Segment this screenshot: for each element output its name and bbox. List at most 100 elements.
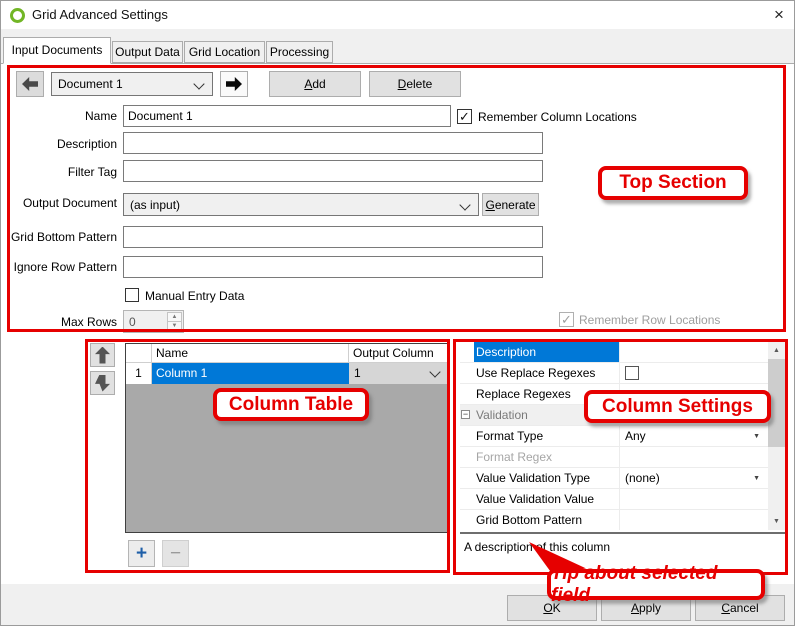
tip-annotation-label: Tip about selected field [547,569,765,600]
dialog-window: Grid Advanced Settings × Input Documents… [0,0,795,626]
arrow-down-icon [95,375,110,392]
row-gutter [460,363,474,383]
move-column-down-button[interactable] [90,371,115,395]
property-value[interactable] [619,342,768,362]
window-title: Grid Advanced Settings [32,7,168,22]
name-input-value: Document 1 [128,109,193,123]
max-rows-label: Max Rows [1,315,117,329]
filter-tag-input[interactable] [123,160,543,182]
arrow-right-icon [226,77,242,91]
top-section-annotation-label: Top Section [598,166,748,200]
output-document-value: (as input) [130,198,180,212]
property-value-text: Any [625,429,646,443]
dropdown-arrow-icon[interactable]: ▼ [753,475,760,482]
table-row[interactable]: 1 Column 1 1 [126,363,448,384]
delete-document-button[interactable]: Delete [369,71,461,97]
column-table-annotation-label: Column Table [213,388,369,421]
column-settings-annotation-label: Column Settings [584,390,771,423]
property-value[interactable] [619,363,768,383]
remember-column-locations-label: Remember Column Locations [478,110,637,124]
close-icon[interactable]: × [765,3,793,27]
row-gutter [460,384,474,404]
prev-document-button[interactable] [16,71,44,97]
property-description-text: A description of this column [460,534,785,554]
title-bar: Grid Advanced Settings × [1,1,795,29]
row-number-header [126,344,152,363]
column-name-cell[interactable]: Column 1 [152,363,349,384]
add-document-button[interactable]: Add [269,71,361,97]
tab-grid-location[interactable]: Grid Location [184,41,265,63]
ignore-row-pattern-label: Ignore Row Pattern [1,260,117,274]
next-document-button[interactable] [220,71,248,97]
property-label: Use Replace Regexes [474,363,619,383]
name-column-header[interactable]: Name [152,344,349,363]
column-table-header-row: Name Output Column [126,344,448,363]
property-value[interactable] [619,489,768,509]
manual-entry-data-checkbox[interactable] [125,288,139,302]
tab-strip: Input Documents Output Data Grid Locatio… [1,29,795,63]
column-settings-grid: Description Use Replace Regexes Replace … [460,342,785,530]
output-column-cell[interactable]: 1 [349,363,448,384]
manual-entry-data-label: Manual Entry Data [145,289,244,303]
chevron-down-icon [193,78,204,89]
arrow-up-icon [95,347,110,364]
row-gutter: − [460,405,474,425]
output-column-value: 1 [354,366,361,380]
generate-button[interactable]: Generate [482,193,539,216]
row-gutter [460,468,474,488]
checkmark-icon: ✓ [561,313,572,326]
use-replace-regexes-checkbox[interactable] [625,366,639,380]
move-column-up-button[interactable] [90,343,115,367]
remember-row-locations-checkbox[interactable]: ✓ [559,312,574,327]
column-table: Name Output Column 1 Column 1 1 [125,343,449,533]
row-number-cell: 1 [126,363,152,384]
property-label: Format Type [474,426,619,446]
grid-bottom-pattern-input[interactable] [123,226,543,248]
property-row-format-type[interactable]: Format Type Any ▼ [460,426,768,447]
scroll-down-icon[interactable]: ▼ [768,513,785,530]
name-input[interactable]: Document 1 [123,105,451,127]
collapse-icon[interactable]: − [461,410,470,419]
output-document-label: Output Document [1,196,117,210]
property-value[interactable]: Any ▼ [619,426,768,446]
add-column-button[interactable]: + [128,540,155,567]
property-label: Grid Bottom Pattern [474,510,619,530]
remember-column-locations-checkbox[interactable]: ✓ [457,109,472,124]
property-row-value-validation-value[interactable]: Value Validation Value [460,489,768,510]
row-gutter [460,342,474,362]
row-gutter [460,510,474,530]
output-document-select[interactable]: (as input) [123,193,479,216]
app-logo-icon [10,8,25,23]
grid-bottom-pattern-label: Grid Bottom Pattern [1,230,117,244]
spinner-down-icon[interactable]: ▼ [167,321,182,331]
remember-row-locations-label: Remember Row Locations [579,313,720,327]
property-row-format-regex[interactable]: Format Regex [460,447,768,468]
dropdown-arrow-icon[interactable]: ▼ [753,433,760,440]
max-rows-value: 0 [129,315,136,329]
row-gutter [460,426,474,446]
ignore-row-pattern-input[interactable] [123,256,543,278]
output-column-header[interactable]: Output Column [349,344,448,363]
tab-output-data[interactable]: Output Data [112,41,183,63]
checkmark-icon: ✓ [459,110,470,123]
property-label: Value Validation Value [474,489,619,509]
property-label: Value Validation Type [474,468,619,488]
max-rows-spinner[interactable]: 0 ▲ ▼ [123,310,184,333]
remove-column-button[interactable]: − [162,540,189,567]
property-row-description[interactable]: Description [460,342,768,363]
scroll-up-icon[interactable]: ▲ [768,342,785,359]
tab-input-documents[interactable]: Input Documents [3,37,111,64]
property-value-text: (none) [625,471,660,485]
tab-processing[interactable]: Processing [266,41,333,63]
property-label: Format Regex [474,447,619,467]
property-row-value-validation-type[interactable]: Value Validation Type (none) ▼ [460,468,768,489]
property-row-grid-bottom-pattern[interactable]: Grid Bottom Pattern [460,510,768,530]
property-row-use-replace-regexes[interactable]: Use Replace Regexes [460,363,768,384]
description-label: Description [1,137,117,151]
scrollbar[interactable]: ▲ ▼ [768,342,785,530]
description-input[interactable] [123,132,543,154]
property-value[interactable] [619,510,768,530]
property-value[interactable]: (none) ▼ [619,468,768,488]
document-select[interactable]: Document 1 [51,72,213,96]
document-select-value: Document 1 [58,77,123,91]
